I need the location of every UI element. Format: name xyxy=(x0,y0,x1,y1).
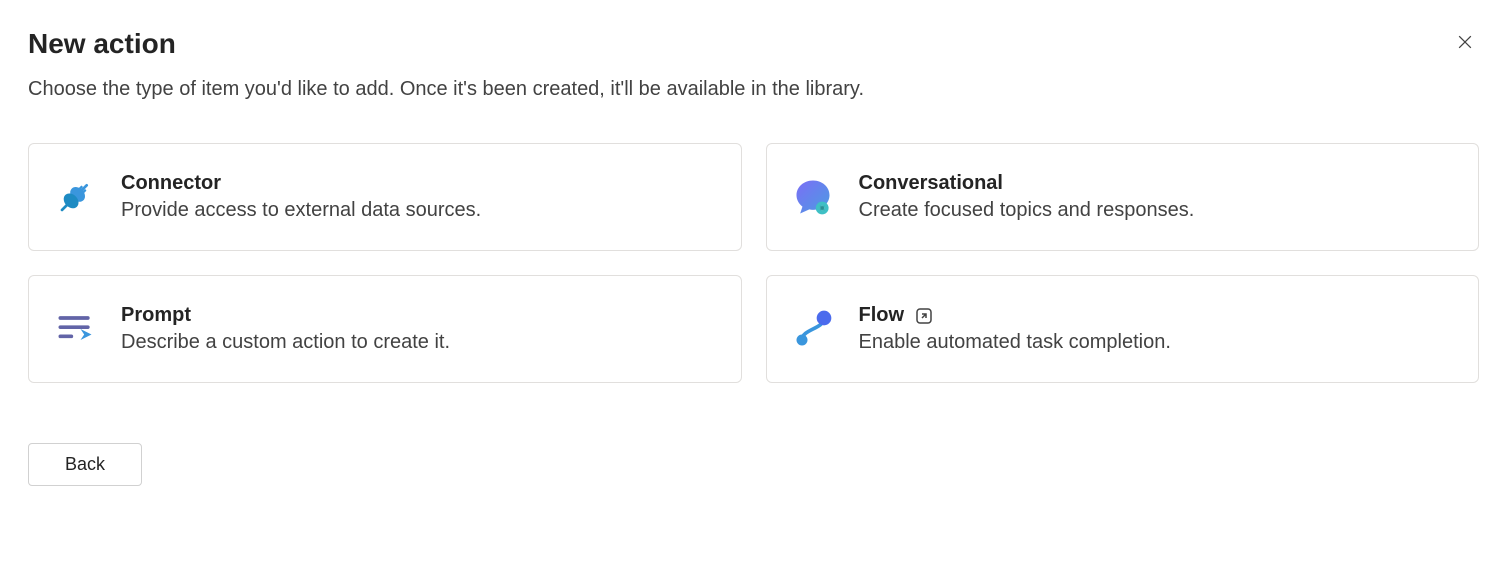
back-button[interactable]: Back xyxy=(28,443,142,486)
card-flow[interactable]: Flow Enable automated task completion. xyxy=(766,275,1480,383)
conversational-icon xyxy=(791,175,835,219)
card-connector[interactable]: Connector Provide access to external dat… xyxy=(28,143,742,251)
external-link-icon xyxy=(914,306,934,326)
action-type-grid: Connector Provide access to external dat… xyxy=(28,143,1479,383)
card-flow-desc: Enable automated task completion. xyxy=(859,331,1171,354)
card-conversational-title: Conversational xyxy=(859,172,1195,195)
card-prompt-desc: Describe a custom action to create it. xyxy=(121,331,450,354)
page-subtitle: Choose the type of item you'd like to ad… xyxy=(28,78,1479,101)
page-title: New action xyxy=(28,28,176,60)
card-flow-title: Flow xyxy=(859,304,905,327)
prompt-icon xyxy=(53,307,97,351)
card-conversational[interactable]: Conversational Create focused topics and… xyxy=(766,143,1480,251)
card-connector-title: Connector xyxy=(121,172,481,195)
card-prompt-title: Prompt xyxy=(121,304,450,327)
close-icon xyxy=(1455,32,1475,55)
card-prompt[interactable]: Prompt Describe a custom action to creat… xyxy=(28,275,742,383)
flow-icon xyxy=(791,307,835,351)
card-connector-desc: Provide access to external data sources. xyxy=(121,199,481,222)
connector-icon xyxy=(53,175,97,219)
close-button[interactable] xyxy=(1451,28,1479,59)
card-conversational-desc: Create focused topics and responses. xyxy=(859,199,1195,222)
